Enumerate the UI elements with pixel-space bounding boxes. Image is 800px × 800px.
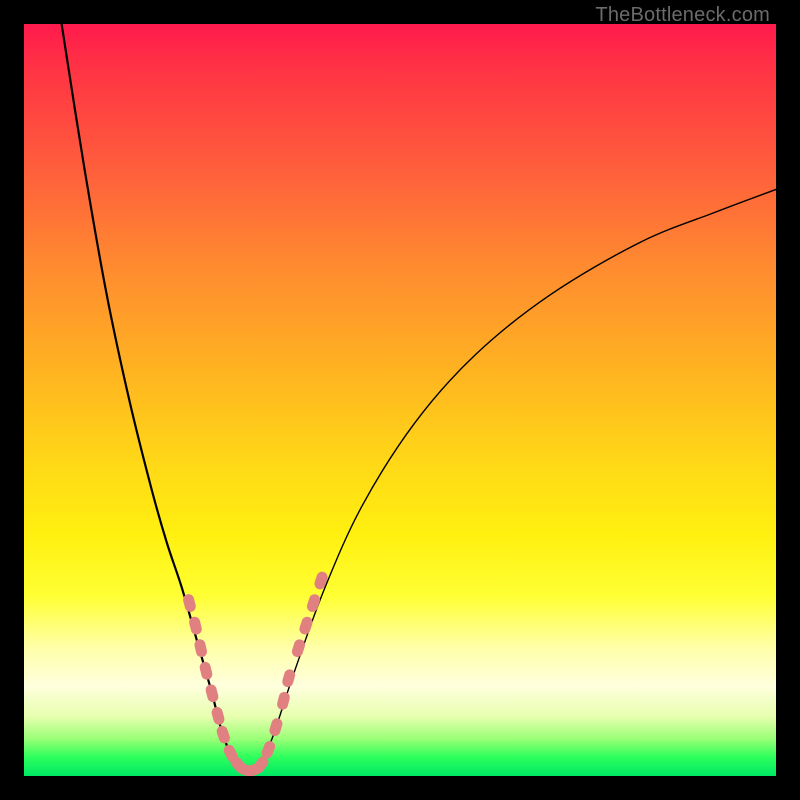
curve-group — [62, 24, 776, 772]
curve-marker — [268, 717, 284, 737]
curve-marker — [290, 638, 306, 659]
curve-marker — [276, 691, 291, 711]
curve-right-arm — [257, 189, 776, 772]
chart-svg — [24, 24, 776, 776]
curve-left-arm — [62, 24, 242, 772]
curve-marker — [204, 683, 219, 703]
curve-marker — [313, 570, 329, 591]
curve-marker — [210, 706, 225, 726]
markers-group — [182, 570, 329, 776]
chart-plot-area — [24, 24, 776, 776]
curve-marker — [215, 724, 231, 745]
curve-marker — [198, 661, 213, 681]
watermark-text: TheBottleneck.com — [595, 4, 770, 27]
curve-marker — [305, 593, 321, 614]
curve-marker — [193, 638, 208, 658]
curve-marker — [298, 615, 314, 636]
